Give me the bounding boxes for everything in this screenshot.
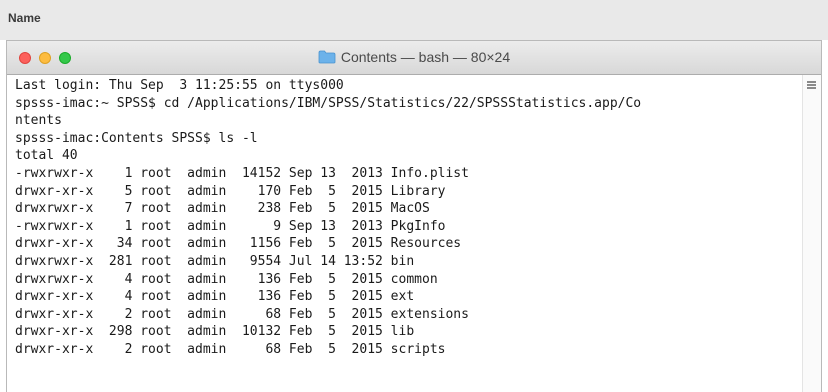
finder-name-column-header[interactable]: Name xyxy=(0,0,828,40)
terminal-line: -rwxrwxr-x 1 root admin 14152 Sep 13 201… xyxy=(15,165,469,181)
terminal-line: drwxrwxr-x 7 root admin 238 Feb 5 2015 M… xyxy=(15,201,430,217)
terminal-line: drwxr-xr-x 298 root admin 10132 Feb 5 20… xyxy=(15,324,415,340)
terminal-output[interactable]: Last login: Thu Sep 3 11:25:55 on ttys00… xyxy=(15,77,799,392)
terminal-line: ntents xyxy=(15,113,62,129)
terminal-line: drwxrwxr-x 281 root admin 9554 Jul 14 13… xyxy=(15,253,415,269)
terminal-line: drwxrwxr-x 4 root admin 136 Feb 5 2015 c… xyxy=(15,271,438,287)
window-title-text: Contents — bash — 80×24 xyxy=(340,49,511,65)
terminal-line: drwxr-xr-x 5 root admin 170 Feb 5 2015 L… xyxy=(15,183,446,199)
folder-icon xyxy=(318,50,336,64)
terminal-line: total 40 xyxy=(15,148,78,164)
terminal-line: spsss-imac:~ SPSS$ cd /Applications/IBM/… xyxy=(15,95,642,111)
terminal-line: Last login: Thu Sep 3 11:25:55 on ttys00… xyxy=(15,78,344,93)
window-titlebar[interactable]: Contents — bash — 80×24 xyxy=(7,41,821,75)
window-title: Contents — bash — 80×24 xyxy=(7,49,821,65)
terminal-line: drwxr-xr-x 2 root admin 68 Feb 5 2015 ex… xyxy=(15,306,469,322)
terminal-line: -rwxrwxr-x 1 root admin 9 Sep 13 2013 Pk… xyxy=(15,218,446,234)
scroll-indicator-icon xyxy=(807,81,816,89)
terminal-window: Contents — bash — 80×24 Last login: Thu … xyxy=(6,40,822,392)
terminal-line: drwxr-xr-x 34 root admin 1156 Feb 5 2015… xyxy=(15,236,462,252)
name-column-label: Name xyxy=(8,11,41,25)
terminal-line: drwxr-xr-x 4 root admin 136 Feb 5 2015 e… xyxy=(15,289,415,305)
terminal-line: drwxr-xr-x 2 root admin 68 Feb 5 2015 sc… xyxy=(15,341,446,357)
terminal-line: spsss-imac:Contents SPSS$ ls -l xyxy=(15,130,258,146)
terminal-scrollbar[interactable] xyxy=(802,75,821,392)
